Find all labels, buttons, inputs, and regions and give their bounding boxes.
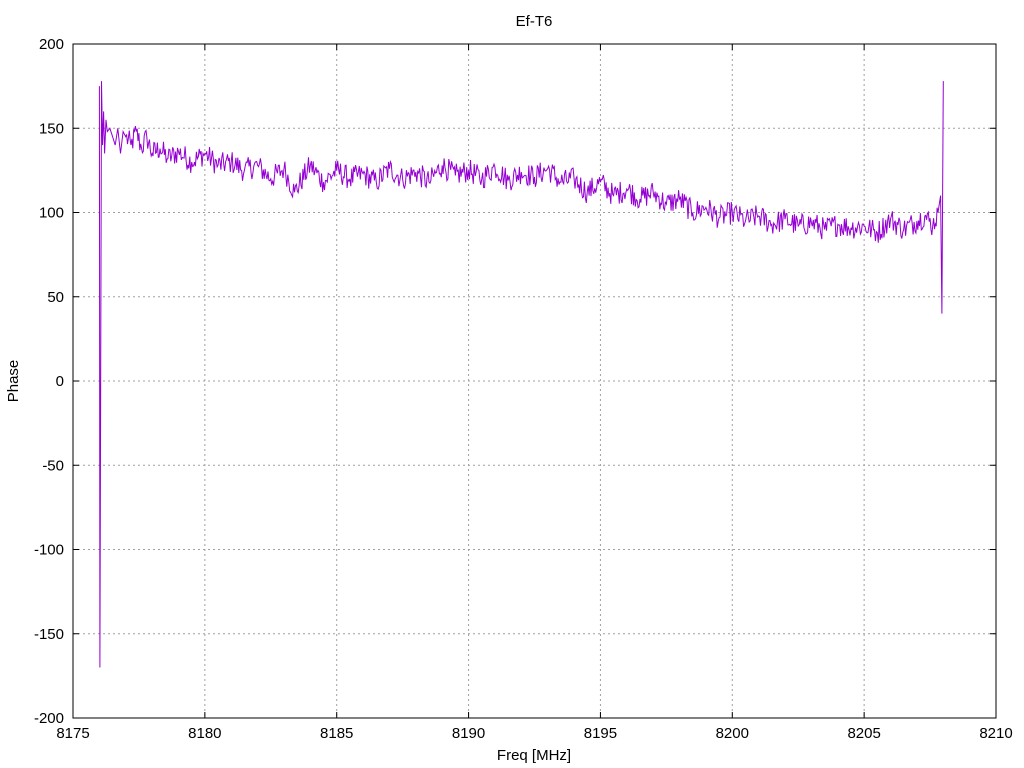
x-tick-label: 8185 — [320, 725, 353, 742]
y-tick-label: -200 — [34, 710, 64, 727]
x-axis-label: Freq [MHz] — [497, 747, 571, 764]
y-tick-label: 0 — [56, 373, 64, 390]
y-tick-label: 150 — [39, 120, 64, 137]
phase-series-line — [98, 81, 944, 668]
ticks-layer: 8175 8180 8185 8190 8195 8200 8205 8210 -200 -150… — [34, 36, 1013, 742]
grid-layer — [73, 44, 996, 718]
x-tick-label: 8180 — [188, 725, 221, 742]
y-tick-label: -100 — [34, 542, 64, 559]
y-tick-label: 100 — [39, 205, 64, 222]
y-tick-label: -50 — [42, 457, 64, 474]
y-axis-label: Phase — [5, 360, 22, 403]
x-tick-label: 8200 — [716, 725, 749, 742]
x-tick-label: 8190 — [452, 725, 485, 742]
x-tick-label: 8210 — [979, 725, 1012, 742]
y-tick-label: 50 — [47, 289, 64, 306]
x-tick-label: 8175 — [56, 725, 89, 742]
y-tick-label: 200 — [39, 36, 64, 53]
x-tick-label: 8205 — [847, 725, 880, 742]
chart-title: Ef-T6 — [516, 13, 553, 30]
y-tick-label: -150 — [34, 626, 64, 643]
x-tick-label: 8195 — [584, 725, 617, 742]
series-layer — [98, 81, 944, 668]
phase-chart: 8175 8180 8185 8190 8195 8200 8205 8210 -200 -150… — [5, 13, 1013, 764]
